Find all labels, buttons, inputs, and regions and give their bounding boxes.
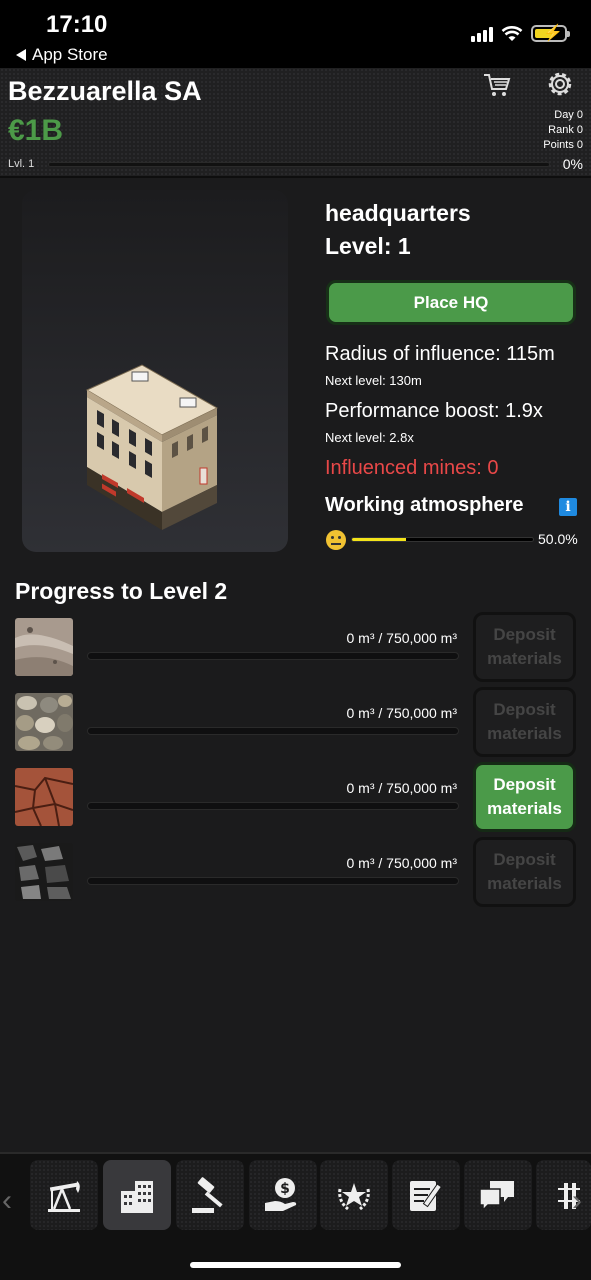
- sand-material-icon: [15, 618, 73, 676]
- deposit-materials-button[interactable]: Deposit materials: [473, 837, 576, 907]
- atmosphere-progress-bar: [351, 537, 534, 542]
- nav-finance[interactable]: $: [249, 1160, 317, 1230]
- points-counter: Points 0: [543, 139, 583, 151]
- buildings-icon: [121, 1181, 153, 1213]
- material-amount: 0 m³ / 750,000 m³: [346, 780, 458, 796]
- headquarters-building-image: [85, 364, 219, 530]
- bottom-navigation: ‹ $ ›: [0, 1152, 591, 1280]
- radius-next-level: Next level: 130m: [325, 373, 422, 388]
- status-time: 17:10: [46, 11, 108, 38]
- deposit-materials-button[interactable]: Deposit materials: [473, 612, 576, 682]
- working-atmosphere-title: Working atmosphere: [325, 494, 524, 516]
- nav-scroll-left-icon[interactable]: ‹: [2, 1184, 12, 1218]
- material-row: 0 m³ / 750,000 m³ Deposit materials: [0, 837, 591, 913]
- progress-title: Progress to Level 2: [15, 578, 228, 604]
- money-hand-icon: $: [265, 1178, 297, 1211]
- material-amount: 0 m³ / 750,000 m³: [346, 705, 458, 721]
- building-preview-card: [22, 190, 288, 552]
- player-stats: Day 0 Rank 0 Points 0: [543, 108, 583, 153]
- auction-gavel-icon: [192, 1177, 223, 1213]
- nav-buildings[interactable]: [103, 1160, 171, 1230]
- material-progress-bar: [87, 877, 459, 885]
- nav-rankings[interactable]: [320, 1160, 388, 1230]
- coal-material-icon: [15, 843, 73, 901]
- material-row: 0 m³ / 750,000 m³ Deposit materials: [0, 762, 591, 838]
- laurel-star-icon: [338, 1183, 370, 1211]
- neutral-face-icon: [326, 530, 346, 550]
- oil-pump-icon: [48, 1181, 80, 1212]
- back-label: App Store: [32, 45, 108, 64]
- shop-cart-icon[interactable]: [482, 70, 512, 100]
- wifi-icon: [501, 26, 523, 41]
- material-progress-bar: [87, 727, 459, 735]
- day-counter: Day 0: [554, 109, 583, 121]
- material-progress-bar: [87, 802, 459, 810]
- chat-icon: [479, 1181, 514, 1212]
- nav-more[interactable]: [536, 1160, 591, 1230]
- status-bar: 17:10 App Store ⚡: [0, 0, 591, 68]
- material-amount: 0 m³ / 750,000 m³: [346, 630, 458, 646]
- nav-auction[interactable]: [176, 1160, 244, 1230]
- level-progress-bar: [48, 162, 550, 167]
- material-row: 0 m³ / 750,000 m³ Deposit materials: [0, 612, 591, 688]
- battery-icon: ⚡: [531, 25, 570, 42]
- building-level: Level: 1: [325, 233, 411, 259]
- building-name: headquarters: [325, 200, 471, 226]
- deposit-materials-button[interactable]: Deposit materials: [473, 762, 576, 832]
- back-arrow-icon: [16, 49, 26, 61]
- boost-next-level: Next level: 2.8x: [325, 430, 414, 445]
- info-icon[interactable]: i: [559, 498, 577, 516]
- back-to-app-store[interactable]: App Store: [16, 45, 108, 65]
- game-header: Bezzuarella SA €1B Day 0 Rank 0 Points 0…: [0, 68, 591, 178]
- clay-material-icon: [15, 768, 73, 826]
- influenced-mines: Influenced mines: 0: [325, 457, 499, 479]
- nav-scroll-right-icon[interactable]: ›: [572, 1184, 582, 1218]
- cellular-signal-icon: [471, 26, 493, 42]
- material-progress-bar: [87, 652, 459, 660]
- level-progress-percent: 0%: [562, 156, 583, 172]
- notepad-icon: [410, 1181, 443, 1211]
- gravel-material-icon: [15, 693, 73, 751]
- material-amount: 0 m³ / 750,000 m³: [346, 855, 458, 871]
- performance-boost: Performance boost: 1.9x: [325, 400, 543, 422]
- settings-gear-icon[interactable]: [544, 68, 576, 100]
- home-indicator: [190, 1262, 401, 1268]
- svg-text:$: $: [280, 1181, 290, 1197]
- status-icons: ⚡: [471, 25, 570, 42]
- level-label: Lvl. 1: [8, 158, 35, 170]
- more-icon: [558, 1183, 580, 1209]
- atmosphere-progress-fill: [352, 538, 407, 541]
- deposit-materials-button[interactable]: Deposit materials: [473, 687, 576, 757]
- nav-chat[interactable]: [464, 1160, 532, 1230]
- money-balance: €1B: [8, 114, 64, 147]
- place-hq-button[interactable]: Place HQ: [326, 280, 576, 325]
- nav-contracts[interactable]: [392, 1160, 460, 1230]
- atmosphere-percent: 50.0%: [538, 531, 578, 547]
- rank-counter: Rank 0: [548, 124, 583, 136]
- company-name: Bezzuarella SA: [8, 76, 202, 106]
- radius-of-influence: Radius of influence: 115m: [325, 343, 555, 365]
- material-row: 0 m³ / 750,000 m³ Deposit materials: [0, 687, 591, 763]
- nav-oil-pump[interactable]: [30, 1160, 98, 1230]
